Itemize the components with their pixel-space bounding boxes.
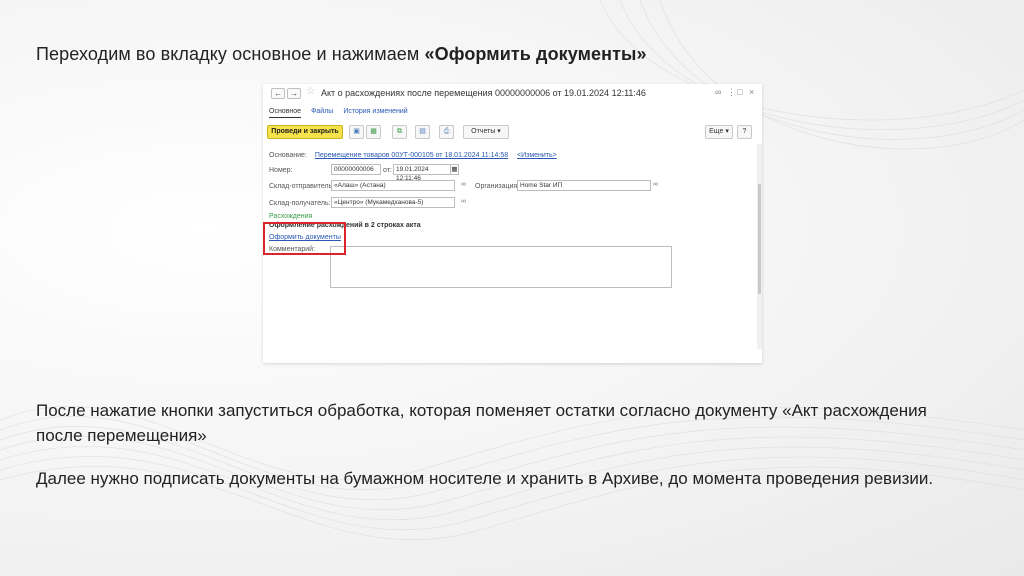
heading-bold-text: «Оформить документы» xyxy=(424,44,647,64)
number-field[interactable]: 00000000006 xyxy=(331,164,381,175)
receiver-row: Склад-получатель: xyxy=(269,200,331,207)
heading-text: Переходим во вкладку основное и нажимаем xyxy=(36,44,425,64)
document-icon[interactable]: ▤ xyxy=(415,125,430,139)
change-link[interactable]: <Изменить> xyxy=(517,152,557,159)
section-discrepancies: Расхождения xyxy=(269,213,313,220)
more-label: Еще xyxy=(709,128,724,135)
post-icon[interactable]: ▦ xyxy=(366,125,381,139)
organization-label: Организация: xyxy=(475,183,520,190)
maximize-icon[interactable]: □ xyxy=(737,87,742,97)
basis-label: Основание: xyxy=(269,152,307,159)
window-titlebar: ← → ☆ Акт о расхождениях после перемещен… xyxy=(263,84,762,101)
paragraph-2: Далее нужно подписать документы на бумаж… xyxy=(36,469,934,488)
reports-dropdown[interactable]: Отчеты ▾ xyxy=(463,125,509,139)
more-dropdown[interactable]: Еще ▾ xyxy=(705,125,733,139)
back-button[interactable]: ← xyxy=(271,88,285,99)
comment-textarea[interactable] xyxy=(330,246,672,288)
basis-link[interactable]: Перемещение товаров 00УТ-000105 от 18.01… xyxy=(315,152,508,159)
tab-main[interactable]: Основное xyxy=(269,108,302,118)
reports-label: Отчеты xyxy=(471,128,496,135)
number-row: Номер: xyxy=(269,167,293,174)
menu-icon[interactable]: ⋮ xyxy=(727,87,736,98)
number-label: Номер: xyxy=(269,167,293,174)
form-tabs: Основное Файлы История изменений xyxy=(269,108,408,118)
paragraph-1: После нажатие кнопки запуститься обработ… xyxy=(36,401,927,445)
receiver-field[interactable]: «Центро» (Мукамедханова-5) xyxy=(331,197,455,208)
print-icon[interactable]: ⎙ xyxy=(439,125,454,139)
organization-open-icon[interactable]: ∞ xyxy=(653,181,658,188)
receiver-open-icon[interactable]: ∞ xyxy=(461,198,466,205)
post-and-close-button[interactable]: Проведи и закрыть xyxy=(267,125,343,139)
scrollbar[interactable] xyxy=(757,144,762,349)
copy-icon[interactable]: ⧉ xyxy=(392,125,407,139)
tab-files[interactable]: Файлы xyxy=(311,108,333,118)
save-icon[interactable]: ▣ xyxy=(349,125,364,139)
calendar-icon[interactable]: ▦ xyxy=(450,164,459,175)
date-label: от: xyxy=(383,167,392,174)
sender-open-icon[interactable]: ∞ xyxy=(461,181,466,188)
forward-button[interactable]: → xyxy=(287,88,301,99)
basis-row: Основание: Перемещение товаров 00УТ-0001… xyxy=(269,152,557,159)
window-title: Акт о расхождениях после перемещения 000… xyxy=(321,88,646,98)
help-button[interactable]: ? xyxy=(737,125,752,139)
slide-heading: Переходим во вкладку основное и нажимаем… xyxy=(36,44,647,65)
favorite-star-icon[interactable]: ☆ xyxy=(306,86,315,97)
sender-row: Склад-отправитель: xyxy=(269,183,334,190)
receiver-label: Склад-получатель: xyxy=(269,200,331,207)
close-icon[interactable]: × xyxy=(749,87,754,97)
link-icon[interactable]: ∞ xyxy=(715,87,721,97)
sender-label: Склад-отправитель: xyxy=(269,183,335,190)
highlight-frame xyxy=(263,222,346,255)
toolbar: Проведи и закрыть ▣ ▦ ⧉ ▤ ⎙ Отчеты ▾ Еще… xyxy=(267,125,758,139)
date-field[interactable]: 19.01.2024 12:11:46 xyxy=(393,164,451,182)
organization-field[interactable]: Home Star ИП xyxy=(517,180,651,191)
tab-history[interactable]: История изменений xyxy=(343,108,407,118)
sender-field[interactable]: «Алаш» (Астана) xyxy=(331,180,455,191)
